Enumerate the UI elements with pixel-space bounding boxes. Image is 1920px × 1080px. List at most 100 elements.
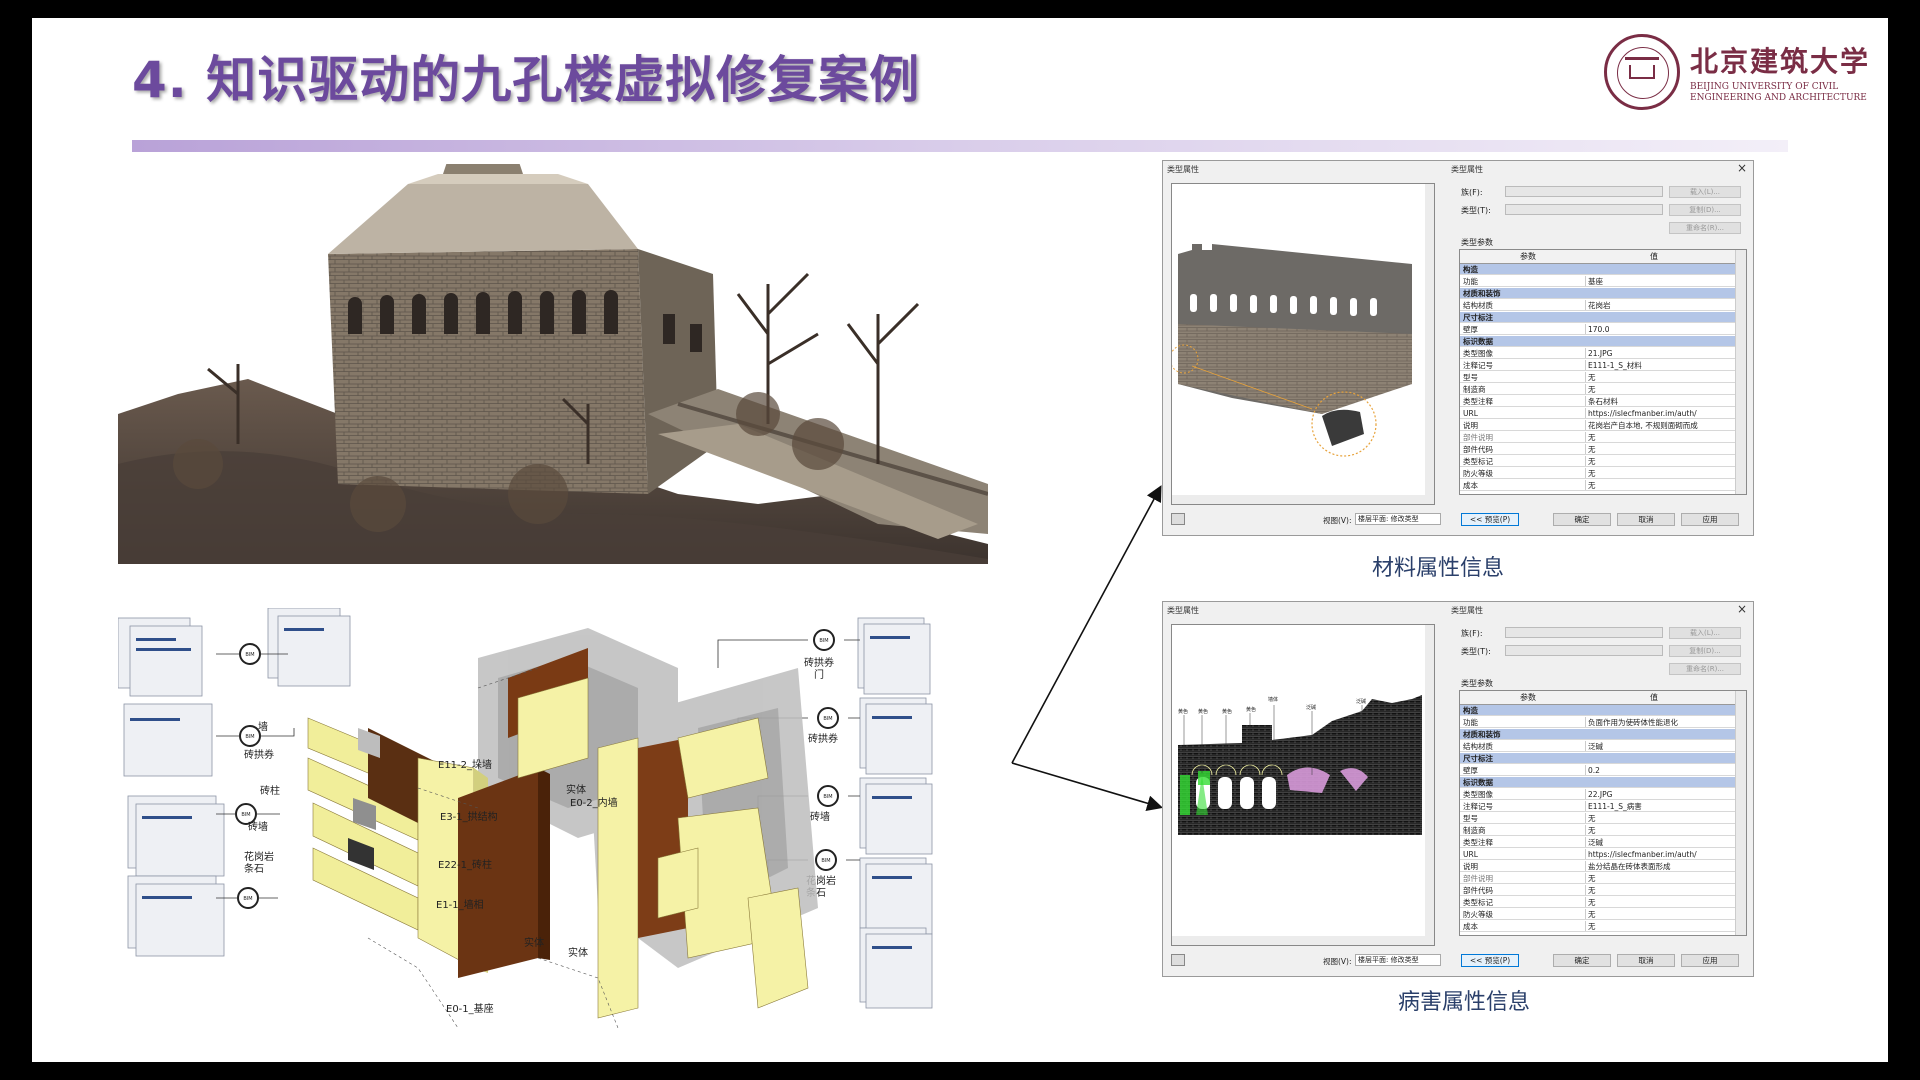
table-row[interactable]: 部件代码 无: [1460, 885, 1736, 896]
param-value[interactable]: 无: [1588, 897, 1596, 908]
table-group-row[interactable]: 尺寸标注: [1460, 312, 1736, 323]
view-select[interactable]: 楼层平面: 修改类型: [1355, 513, 1441, 525]
table-row[interactable]: 类型图像 21.JPG: [1460, 348, 1736, 359]
table-row[interactable]: 壁厚 170.0: [1460, 324, 1736, 335]
preview-tool-icon[interactable]: [1171, 954, 1185, 966]
ok-button[interactable]: 确定: [1553, 513, 1611, 526]
table-row[interactable]: 注释记号 E111-1_S_病害: [1460, 801, 1736, 812]
param-value[interactable]: 22.JPG: [1588, 789, 1612, 800]
preview-pane[interactable]: [1171, 183, 1435, 505]
param-value[interactable]: 无: [1588, 885, 1596, 896]
table-row[interactable]: 结构材质 泛碱: [1460, 741, 1736, 752]
param-value[interactable]: 负面作用为使砖体性能退化: [1588, 717, 1678, 728]
type-select[interactable]: [1505, 204, 1663, 215]
param-value[interactable]: 盐分结晶在砖体表面形成: [1588, 861, 1671, 872]
param-value[interactable]: 无: [1588, 432, 1596, 443]
param-value[interactable]: 花岗岩产自本地, 不规则面砌而成: [1588, 420, 1698, 431]
apply-button[interactable]: 应用: [1681, 954, 1739, 967]
table-row[interactable]: 注释记号 E111-1_S_材料: [1460, 360, 1736, 371]
duplicate-button[interactable]: 复制(D)...: [1669, 645, 1741, 657]
preview-tool-icon[interactable]: [1171, 513, 1185, 525]
table-group-row[interactable]: 标识数据: [1460, 336, 1736, 347]
load-button[interactable]: 载入(L)...: [1669, 627, 1741, 639]
table-group-row[interactable]: 标识数据: [1460, 777, 1736, 788]
preview-button[interactable]: << 预览(P): [1461, 954, 1519, 967]
param-value[interactable]: 基座: [1588, 276, 1603, 287]
table-row[interactable]: 类型注释 泛碱: [1460, 837, 1736, 848]
table-row[interactable]: URL https://islecfmanber.im/auth/: [1460, 849, 1736, 860]
rename-button[interactable]: 重命名(R)...: [1669, 222, 1741, 234]
param-value[interactable]: 无: [1588, 480, 1596, 491]
rename-button[interactable]: 重命名(R)...: [1669, 663, 1741, 675]
param-value[interactable]: 条石材料: [1588, 396, 1618, 407]
type-properties-dialog-damage[interactable]: 类型属性 类型属性 × 黄色 黄色 黄色 黄色 墙体 泛碱 泛碱 族(F): 载…: [1162, 601, 1754, 977]
param-value[interactable]: 无: [1588, 825, 1596, 836]
table-row[interactable]: 防火等级 无: [1460, 909, 1736, 920]
param-value[interactable]: 无: [1588, 444, 1596, 455]
ok-button[interactable]: 确定: [1553, 954, 1611, 967]
param-value[interactable]: https://islecfmanber.im/auth/: [1588, 849, 1697, 860]
table-scrollbar[interactable]: [1735, 691, 1746, 935]
type-select[interactable]: [1505, 645, 1663, 656]
table-row[interactable]: 类型标记 无: [1460, 456, 1736, 467]
table-row[interactable]: 类型标记 无: [1460, 897, 1736, 908]
table-row[interactable]: 结构材质 花岗岩: [1460, 300, 1736, 311]
preview-button[interactable]: << 预览(P): [1461, 513, 1519, 526]
table-row[interactable]: 壁厚 0.2: [1460, 765, 1736, 776]
close-icon[interactable]: ×: [1737, 602, 1747, 616]
table-row[interactable]: URL https://islecfmanber.im/auth/: [1460, 408, 1736, 419]
table-group-row[interactable]: 构造: [1460, 705, 1736, 716]
param-value[interactable]: 无: [1588, 468, 1596, 479]
table-group-row[interactable]: 构造: [1460, 264, 1736, 275]
table-row[interactable]: 成本 无: [1460, 480, 1736, 491]
type-properties-dialog-material[interactable]: 类型属性 类型属性 × 族(F): 载入(L)... 类型(T): 复制(D).…: [1162, 160, 1754, 536]
param-value[interactable]: 21.JPG: [1588, 348, 1612, 359]
load-button[interactable]: 载入(L)...: [1669, 186, 1741, 198]
table-row[interactable]: 防火等级 无: [1460, 468, 1736, 479]
table-row[interactable]: 类型注释 条石材料: [1460, 396, 1736, 407]
table-row[interactable]: 制造商 无: [1460, 384, 1736, 395]
table-row[interactable]: 型号 无: [1460, 372, 1736, 383]
apply-button[interactable]: 应用: [1681, 513, 1739, 526]
close-icon[interactable]: ×: [1737, 161, 1747, 175]
table-row[interactable]: 部件说明 无: [1460, 432, 1736, 443]
param-value[interactable]: 花岗岩: [1588, 300, 1611, 311]
param-value[interactable]: E111-1_S_材料: [1588, 360, 1642, 371]
table-row[interactable]: 类型图像 22.JPG: [1460, 789, 1736, 800]
param-value[interactable]: 泛碱: [1588, 837, 1603, 848]
table-row[interactable]: 说明 花岗岩产自本地, 不规则面砌而成: [1460, 420, 1736, 431]
param-value[interactable]: 无: [1588, 909, 1596, 920]
table-scrollbar[interactable]: [1735, 250, 1746, 494]
table-row[interactable]: 功能 基座: [1460, 276, 1736, 287]
table-row[interactable]: 制造商 无: [1460, 825, 1736, 836]
view-select[interactable]: 楼层平面: 修改类型: [1355, 954, 1441, 966]
table-row[interactable]: 部件说明 无: [1460, 873, 1736, 884]
table-group-row[interactable]: 尺寸标注: [1460, 753, 1736, 764]
family-select[interactable]: [1505, 627, 1663, 638]
duplicate-button[interactable]: 复制(D)...: [1669, 204, 1741, 216]
table-row[interactable]: 功能 负面作用为使砖体性能退化: [1460, 717, 1736, 728]
cancel-button[interactable]: 取消: [1617, 954, 1675, 967]
param-value[interactable]: 无: [1588, 384, 1596, 395]
param-value[interactable]: 170.0: [1588, 324, 1609, 335]
param-value[interactable]: 无: [1588, 456, 1596, 467]
param-value[interactable]: 0.2: [1588, 765, 1600, 776]
table-row[interactable]: 型号 无: [1460, 813, 1736, 824]
param-value[interactable]: https://islecfmanber.im/auth/: [1588, 408, 1697, 419]
family-select[interactable]: [1505, 186, 1663, 197]
table-group-row[interactable]: 材质和装饰: [1460, 288, 1736, 299]
parameters-table[interactable]: 参数 值 构造 功能 负面作用为使砖体性能退化 材质和装饰 结构材质 泛碱 尺寸标注 壁厚 0.…: [1459, 690, 1747, 936]
cancel-button[interactable]: 取消: [1617, 513, 1675, 526]
table-group-row[interactable]: 材质和装饰: [1460, 729, 1736, 740]
parameters-table[interactable]: 参数 值 构造 功能 基座 材质和装饰 结构材质 花岗岩 尺寸标注 壁厚 170.0 标识数据 类型…: [1459, 249, 1747, 495]
table-row[interactable]: 部件代码 无: [1460, 444, 1736, 455]
param-value[interactable]: 无: [1588, 372, 1596, 383]
param-value[interactable]: 无: [1588, 813, 1596, 824]
table-row[interactable]: 成本 无: [1460, 921, 1736, 932]
param-value[interactable]: E111-1_S_病害: [1588, 801, 1642, 812]
param-value[interactable]: 无: [1588, 873, 1596, 884]
table-row[interactable]: 说明 盐分结晶在砖体表面形成: [1460, 861, 1736, 872]
param-value[interactable]: 泛碱: [1588, 741, 1603, 752]
preview-pane[interactable]: 黄色 黄色 黄色 黄色 墙体 泛碱 泛碱: [1171, 624, 1435, 946]
param-value[interactable]: 无: [1588, 921, 1596, 932]
